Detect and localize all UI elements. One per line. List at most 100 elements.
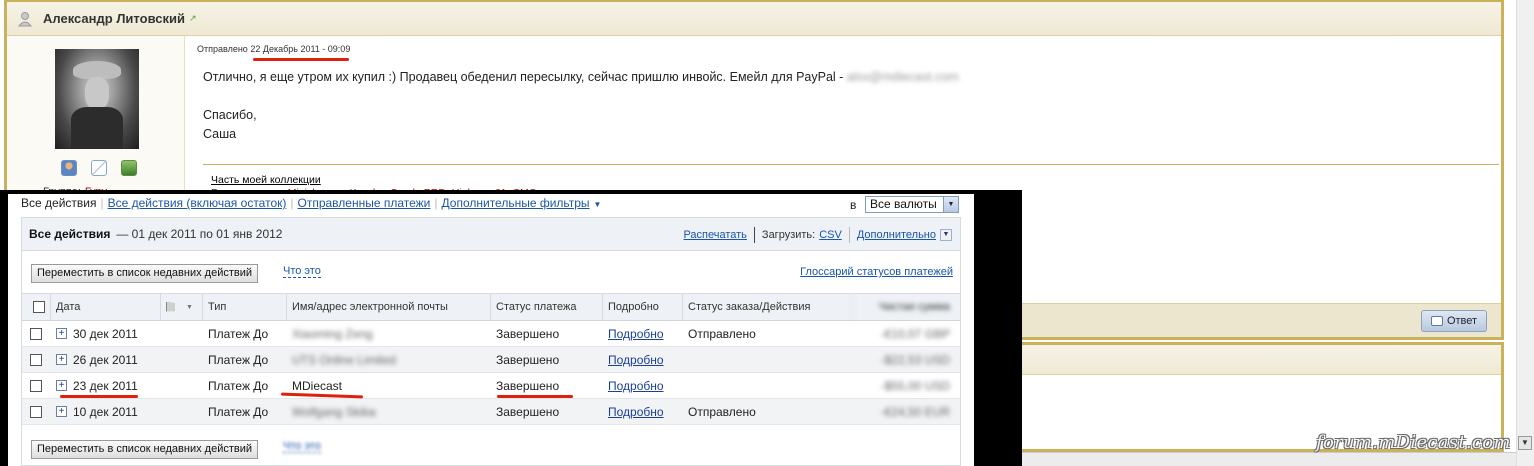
table-row[interactable]: +10 дек 2011 Платеж До Wolfgang Skiba За… bbox=[22, 399, 960, 425]
row-checkbox[interactable] bbox=[30, 379, 42, 392]
what-is-this-link[interactable]: Что это bbox=[283, 265, 321, 278]
chevron-down-icon[interactable]: ▼ bbox=[940, 229, 952, 241]
message-email: alxx@mdiecast.com bbox=[846, 70, 959, 84]
currency-value: Все валюты bbox=[870, 197, 937, 211]
tab-all-activity[interactable]: Все действия bbox=[21, 196, 96, 210]
message-icon[interactable] bbox=[91, 160, 107, 176]
what-is-this-link-bottom[interactable]: Что это bbox=[283, 440, 321, 453]
external-link-icon[interactable]: ↗ bbox=[189, 13, 197, 24]
col-amount[interactable]: Чистая сумма bbox=[852, 294, 960, 320]
avatar[interactable] bbox=[55, 49, 139, 149]
row-type: Платеж До bbox=[208, 404, 269, 419]
row-checkbox[interactable] bbox=[30, 405, 42, 418]
row-date: 10 дек 2011 bbox=[73, 404, 138, 419]
row-detail-link[interactable]: Подробно bbox=[608, 353, 664, 367]
transactions-table: Дата ▼ Тип Имя/адрес электронной почты С… bbox=[22, 293, 960, 425]
expand-icon[interactable]: + bbox=[56, 354, 67, 365]
table-row[interactable]: +26 дек 2011 Платеж До UTS Online Limite… bbox=[22, 347, 960, 373]
row-name: UTS Online Limited bbox=[292, 352, 397, 367]
row-checkbox[interactable] bbox=[30, 327, 42, 340]
row-checkbox[interactable] bbox=[30, 353, 42, 366]
select-all-checkbox[interactable] bbox=[32, 301, 45, 313]
print-link[interactable]: Распечатать bbox=[683, 229, 746, 241]
row-date: 26 дек 2011 bbox=[73, 352, 138, 367]
watermark: forum.mDiecast.com bbox=[1316, 432, 1511, 453]
reply-label: Ответ bbox=[1446, 315, 1478, 327]
screenshot-stage: Александр Литовский ↗ Группа:Гуру Отправ… bbox=[0, 0, 1534, 466]
col-flag[interactable]: ▼ bbox=[160, 294, 202, 320]
row-detail-link[interactable]: Подробно bbox=[608, 405, 664, 419]
more-options-link[interactable]: Дополнительно bbox=[857, 229, 936, 241]
csv-link[interactable]: CSV bbox=[819, 229, 842, 241]
row-status-highlight-mark bbox=[497, 395, 573, 398]
table-row[interactable]: +23 дек 2011 Платеж До MDiecast Завершен… bbox=[22, 373, 960, 399]
chevron-down-icon[interactable]: ▼ bbox=[186, 304, 193, 311]
summary-actions: Распечатать Загрузить: CSV Дополнительно… bbox=[683, 227, 952, 243]
sent-prefix: Отправлено bbox=[197, 44, 248, 54]
row-status: Завершено bbox=[496, 326, 560, 341]
chevron-down-icon[interactable]: ▼ bbox=[594, 200, 602, 209]
row-order-status bbox=[682, 347, 852, 372]
table-header: Дата ▼ Тип Имя/адрес электронной почты С… bbox=[22, 293, 960, 321]
table-row[interactable]: +30 дек 2011 Платеж До Xiaoming Zeng Зав… bbox=[22, 321, 960, 347]
activity-tabs: Все действия | Все действия (включая остат… bbox=[21, 196, 602, 210]
row-status: Завершено bbox=[496, 352, 560, 367]
post-author-name[interactable]: Александр Литовский bbox=[43, 11, 185, 26]
row-detail-link[interactable]: Подробно bbox=[608, 327, 664, 341]
date-highlight-mark bbox=[253, 58, 349, 61]
summary-range: — 01 дек 2011 по 01 янв 2012 bbox=[116, 227, 283, 241]
row-detail-link[interactable]: Подробно bbox=[608, 379, 664, 393]
tab-sent-payments[interactable]: Отправленные платежи bbox=[298, 196, 431, 210]
sent-date: 22 Декабрь 2011 - 09:09 bbox=[250, 44, 351, 54]
user-icon bbox=[17, 11, 33, 26]
col-date[interactable]: Дата bbox=[50, 294, 160, 320]
currency-prefix: в bbox=[850, 198, 857, 212]
move-to-recent-button[interactable]: Переместить в список недавних действий bbox=[31, 264, 259, 283]
download-label: Загрузить: bbox=[761, 229, 816, 241]
expand-icon[interactable]: + bbox=[56, 406, 67, 417]
row-amount: -$55,00 USD bbox=[880, 378, 950, 393]
currency-select[interactable]: Все валюты ▼ bbox=[865, 196, 959, 213]
row-amount: -$22,53 USD bbox=[880, 352, 950, 367]
message-line-2: Спасибо, bbox=[203, 108, 257, 122]
row-type: Платеж До bbox=[208, 326, 269, 341]
tab-all-activity-balance[interactable]: Все действия (включая остаток) bbox=[108, 196, 287, 210]
post-sent-line: Отправлено 22 Декабрь 2011 - 09:09 bbox=[197, 44, 1491, 54]
row-date: 30 дек 2011 bbox=[73, 326, 138, 341]
paypal-screenshot-overlay: Все действия | Все действия (включая остат… bbox=[0, 190, 1022, 466]
summary-title: Все действия bbox=[29, 227, 111, 241]
row-date: 23 дек 2011 bbox=[73, 378, 138, 393]
page-scrollbar[interactable] bbox=[1516, 0, 1534, 466]
signature-title[interactable]: Часть моей коллекции bbox=[211, 174, 321, 186]
paypal-activity-page: Все действия | Все действия (включая остат… bbox=[8, 194, 974, 466]
profile-icon[interactable] bbox=[61, 160, 77, 176]
status-glossary-link[interactable]: Глоссарий статусов платежей bbox=[800, 266, 953, 278]
chevron-down-icon[interactable]: ▼ bbox=[943, 197, 958, 212]
message-line-3: Саша bbox=[203, 127, 237, 141]
user-action-icons bbox=[61, 160, 137, 176]
activity-filter-bar: Все действия | Все действия (включая остат… bbox=[8, 194, 974, 214]
col-type[interactable]: Тип bbox=[202, 294, 286, 320]
row-order-status: Отправлено bbox=[688, 404, 756, 419]
row-status: Завершено bbox=[496, 404, 560, 419]
row-date-highlight-mark bbox=[60, 395, 138, 398]
reply-icon bbox=[1430, 316, 1443, 326]
reply-button[interactable]: Ответ bbox=[1421, 310, 1487, 332]
expand-icon[interactable]: + bbox=[56, 380, 67, 391]
flag-icon bbox=[166, 301, 180, 312]
row-type: Платеж До bbox=[208, 378, 269, 393]
activity-summary-bar: Все действия — 01 дек 2011 по 01 янв 201… bbox=[22, 218, 960, 251]
col-order-status: Статус заказа/Действия bbox=[682, 294, 852, 320]
bottom-bar bbox=[1022, 452, 1516, 466]
post-message: Отлично, я еще утром их купил :) Продаве… bbox=[203, 68, 1491, 144]
gallery-icon[interactable] bbox=[121, 160, 137, 176]
scroll-down-icon[interactable]: ▼ bbox=[1518, 436, 1532, 450]
row-amount: -€24,50 EUR bbox=[880, 404, 950, 419]
col-name[interactable]: Имя/адрес электронной почты bbox=[286, 294, 490, 320]
post-body: Отправлено 22 Декабрь 2011 - 09:09 Отлич… bbox=[197, 44, 1491, 144]
move-to-recent-button-bottom[interactable]: Переместить в список недавних действий bbox=[31, 440, 259, 459]
col-detail: Подробно bbox=[602, 294, 682, 320]
expand-icon[interactable]: + bbox=[56, 328, 67, 339]
tab-more-filters[interactable]: Дополнительные фильтры bbox=[442, 196, 590, 210]
col-status[interactable]: Статус платежа bbox=[490, 294, 602, 320]
